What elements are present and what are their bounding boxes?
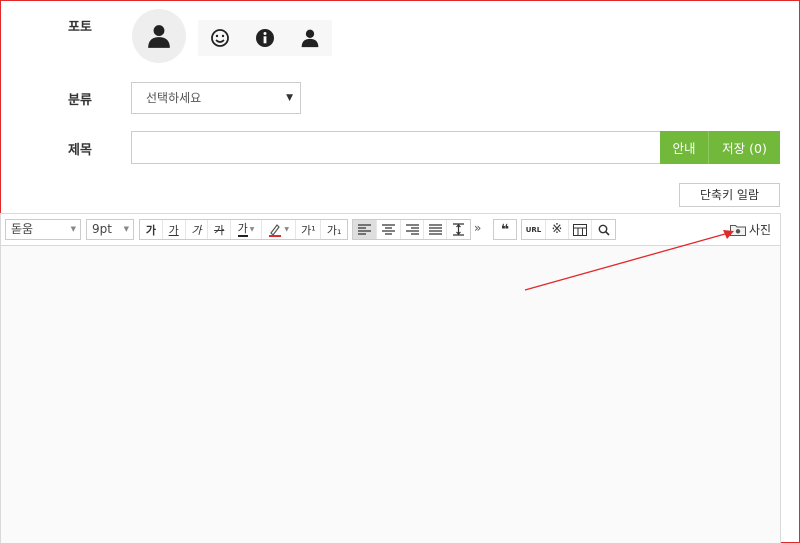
caret-down-icon: ▼ [286, 93, 293, 103]
font-color-sample: 가 [237, 221, 248, 237]
text-format-group: 가 가 가 가 가 ▼ ▼ 가¹ 가₁ [139, 219, 348, 240]
search-icon [598, 224, 610, 236]
guide-button[interactable]: 안내 [660, 131, 709, 164]
align-left-icon [358, 224, 371, 235]
insert-photo-button[interactable]: 사진 [730, 218, 771, 240]
category-select-value: 선택하세요 [146, 91, 202, 105]
user-silhouette-icon[interactable] [296, 24, 324, 52]
font-family-value: 돋움 [11, 222, 34, 236]
align-center-button[interactable] [377, 220, 401, 239]
more-chevron-icon[interactable]: » [474, 221, 481, 235]
italic-button[interactable]: 가 [186, 220, 209, 239]
font-family-select[interactable]: 돋움 ▼ [5, 219, 81, 240]
table-button[interactable] [569, 220, 592, 239]
editor-toolbar: 돋움 ▼ 9pt ▼ 가 가 가 가 가 ▼ ▼ 가¹ 가₁ » ❝ URL ※… [0, 213, 781, 246]
strikethrough-button[interactable]: 가 [208, 220, 232, 239]
font-size-value: 9pt [92, 222, 112, 236]
align-justify-button[interactable] [424, 220, 447, 239]
user-silhouette-icon [148, 25, 170, 48]
insert-photo-label: 사진 [749, 222, 772, 237]
table-icon [573, 223, 587, 236]
smiley-icon[interactable] [206, 24, 234, 52]
editor-content-area[interactable] [0, 246, 781, 543]
caret-down-icon: ▼ [249, 226, 255, 233]
alignment-group [352, 219, 471, 240]
align-left-button[interactable] [353, 220, 377, 239]
category-label: 분류 [68, 93, 92, 108]
align-center-icon [382, 224, 395, 235]
align-right-button[interactable] [401, 220, 424, 239]
photo-icon-options [198, 20, 332, 56]
font-color-button[interactable]: 가 ▼ [231, 220, 262, 239]
caret-down-icon: ▼ [70, 225, 76, 233]
line-height-icon [453, 223, 464, 236]
title-label: 제목 [68, 143, 92, 158]
subscript-button[interactable]: 가₁ [321, 220, 347, 239]
insert-group: URL ※ [521, 219, 616, 240]
special-char-icon[interactable]: ※ [546, 220, 569, 239]
align-right-icon [405, 224, 419, 235]
superscript-button[interactable]: 가¹ [296, 220, 322, 239]
search-button[interactable] [592, 220, 615, 239]
line-height-button[interactable] [447, 220, 470, 239]
caret-down-icon: ▼ [284, 226, 289, 233]
quote-group: ❝ [493, 219, 517, 240]
caret-down-icon: ▼ [123, 225, 129, 233]
bold-button[interactable]: 가 [140, 220, 163, 239]
url-button[interactable]: URL [522, 220, 546, 239]
info-icon[interactable] [251, 24, 279, 52]
shortcut-list-button[interactable]: 단축키 일람 [679, 183, 780, 207]
photo-label: 포토 [68, 20, 92, 35]
quote-icon[interactable]: ❝ [494, 220, 516, 239]
font-size-select[interactable]: 9pt ▼ [86, 219, 134, 240]
highlight-color-button[interactable]: ▼ [262, 220, 297, 239]
category-select[interactable]: 선택하세요 ▼ [131, 82, 301, 114]
photo-folder-icon [730, 224, 746, 236]
highlighter-icon [269, 223, 282, 237]
save-button[interactable]: 저장 (0) [709, 131, 780, 164]
underline-button[interactable]: 가 [163, 220, 186, 239]
avatar[interactable] [132, 9, 186, 63]
title-input[interactable] [131, 131, 661, 164]
align-justify-icon [428, 224, 442, 235]
